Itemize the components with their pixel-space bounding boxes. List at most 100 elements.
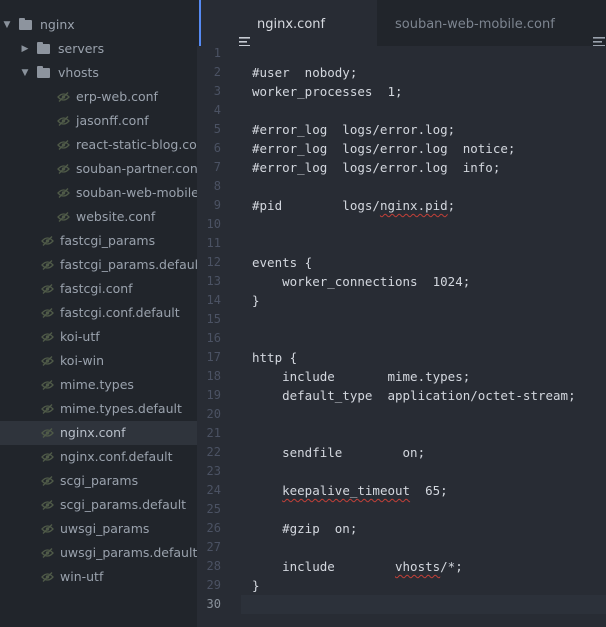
tree-item-label: koi-utf: [60, 329, 100, 344]
line-number-gutter: 1 2 3 4 5 6 7 8 9 10 11 12 13 14 15 16 17 18 19 20 21 22 23 24 2…: [197, 46, 241, 627]
tree-item-label: souban-partner.conf: [76, 161, 198, 176]
tree-file[interactable]: mime.types: [0, 373, 197, 397]
code-line[interactable]: worker_processes 1;: [252, 82, 403, 101]
tree-file[interactable]: erp-web.conf: [0, 85, 197, 109]
tree-item-label: uwsgi_params.default: [60, 545, 198, 560]
code-line[interactable]: #error_log logs/error.log;: [252, 120, 455, 139]
tree-file[interactable]: website.conf: [0, 205, 197, 229]
code-line[interactable]: #error_log logs/error.log notice;: [252, 139, 515, 158]
ignored-file-icon: [40, 469, 54, 493]
tree-file[interactable]: uwsgi_params.default: [0, 541, 197, 565]
ignored-file-icon: [56, 205, 70, 229]
tree-file[interactable]: jasonff.conf: [0, 109, 197, 133]
code-line[interactable]: #gzip on;: [252, 519, 357, 538]
tree-file[interactable]: react-static-blog.conf: [0, 133, 197, 157]
tree-item-label: fastcgi.conf: [60, 281, 133, 296]
line-number: 13: [206, 274, 221, 288]
tree-file[interactable]: nginx.conf: [0, 421, 197, 445]
ignored-file-icon: [56, 133, 70, 157]
tree-item-label: vhosts: [58, 65, 99, 80]
folder-icon: [18, 13, 32, 37]
tree-item-label: koi-win: [60, 353, 105, 368]
tree-folder[interactable]: ▼ nginx: [0, 13, 197, 37]
tree-file[interactable]: fastcgi.conf.default: [0, 301, 197, 325]
file-text-icon: [384, 22, 387, 46]
tree-file[interactable]: souban-web-mobile.conf: [0, 181, 197, 205]
code-line[interactable]: include vhosts/*;: [252, 557, 463, 576]
code-line[interactable]: worker_connections 1024;: [252, 272, 470, 291]
tree-file[interactable]: win-utf: [0, 565, 197, 589]
tree-item-label: react-static-blog.conf: [76, 137, 198, 152]
line-number: 10: [206, 217, 221, 231]
spelling-error[interactable]: vhosts: [395, 559, 440, 574]
line-number: 16: [206, 331, 221, 345]
code-line[interactable]: keepalive_timeout 65;: [252, 481, 448, 500]
code-line[interactable]: #pid logs/nginx.pid;: [252, 196, 455, 215]
ignored-file-icon: [40, 517, 54, 541]
code-line[interactable]: events {: [252, 253, 312, 272]
tree-file[interactable]: souban-partner.conf: [0, 157, 197, 181]
tree-file[interactable]: uwsgi_params: [0, 517, 197, 541]
line-number: 15: [206, 312, 221, 326]
file-text-icon: [239, 19, 250, 46]
tab-souban-web-mobile-conf[interactable]: souban-web-mobile.conf: [377, 0, 567, 46]
code-line[interactable]: }: [252, 291, 260, 310]
tree-file[interactable]: scgi_params.default: [0, 493, 197, 517]
tree-item-label: servers: [58, 41, 105, 56]
tab-bar: nginx.conf souban-web-mobile.conf: [197, 0, 606, 47]
tree-file[interactable]: mime.types.default: [0, 397, 197, 421]
code-lines[interactable]: #user nobody; worker_processes 1; #error_l…: [252, 46, 606, 627]
tab-nginx-conf[interactable]: nginx.conf: [199, 0, 377, 46]
ignored-file-icon: [40, 565, 54, 589]
code-line[interactable]: include mime.types;: [252, 367, 470, 386]
chevron-down-icon[interactable]: ▼: [2, 13, 12, 37]
tree-item-label: fastcgi_params.default: [60, 257, 198, 272]
line-number: 1: [213, 46, 221, 60]
tree-folder[interactable]: ▶ servers: [0, 37, 197, 61]
code-editor[interactable]: 1 2 3 4 5 6 7 8 9 10 11 12 13 14 15 16 17 18 19 20 21 22 23 24 2…: [197, 46, 606, 627]
ignored-file-icon: [56, 157, 70, 181]
ignored-file-icon: [56, 85, 70, 109]
line-number: 17: [206, 350, 221, 364]
chevron-right-icon[interactable]: ▶: [20, 37, 30, 61]
ignored-file-icon: [40, 421, 54, 445]
line-number: 12: [206, 255, 221, 269]
line-number: 24: [206, 483, 221, 497]
chevron-down-icon[interactable]: ▼: [20, 61, 30, 85]
tree-file[interactable]: koi-utf: [0, 325, 197, 349]
spelling-error[interactable]: nginx.pid: [380, 198, 448, 213]
ignored-file-icon: [40, 349, 54, 373]
ignored-file-icon: [40, 277, 54, 301]
line-number: 21: [206, 426, 221, 440]
line-number: 30: [206, 597, 221, 611]
ignored-file-icon: [56, 109, 70, 133]
code-line[interactable]: sendfile on;: [252, 443, 425, 462]
line-number: 4: [213, 103, 221, 117]
tree-file[interactable]: fastcgi_params: [0, 229, 197, 253]
tab-overflow[interactable]: [583, 0, 606, 46]
tree-folder[interactable]: ▼ vhosts: [0, 61, 197, 85]
line-number: 18: [206, 369, 221, 383]
spelling-error[interactable]: keepalive_timeout: [282, 483, 410, 498]
code-line[interactable]: #error_log logs/error.log info;: [252, 158, 500, 177]
code-line[interactable]: default_type application/octet-stream;: [252, 386, 576, 405]
line-number: 5: [213, 122, 221, 136]
tree-file[interactable]: fastcgi.conf: [0, 277, 197, 301]
tree-item-label: jasonff.conf: [76, 113, 149, 128]
line-number: 25: [206, 502, 221, 516]
tree-file[interactable]: nginx.conf.default: [0, 445, 197, 469]
tree-file[interactable]: fastcgi_params.default: [0, 253, 197, 277]
editor-window: ▼ nginx ▶ servers ▼ vhosts erp-web.conf jasonff…: [0, 0, 606, 627]
tab-label: souban-web-mobile.conf: [395, 17, 555, 32]
line-number: 22: [206, 445, 221, 459]
tree-file[interactable]: koi-win: [0, 349, 197, 373]
tree-item-label: nginx: [40, 17, 75, 32]
tree-file[interactable]: scgi_params: [0, 469, 197, 493]
code-line[interactable]: }: [252, 576, 260, 595]
code-line[interactable]: #user nobody;: [252, 63, 357, 82]
code-line[interactable]: http {: [252, 348, 297, 367]
ignored-file-icon: [40, 229, 54, 253]
folder-icon: [36, 61, 50, 85]
line-number: 2: [213, 65, 221, 79]
tree-view[interactable]: ▼ nginx ▶ servers ▼ vhosts erp-web.conf jasonff…: [0, 0, 198, 627]
